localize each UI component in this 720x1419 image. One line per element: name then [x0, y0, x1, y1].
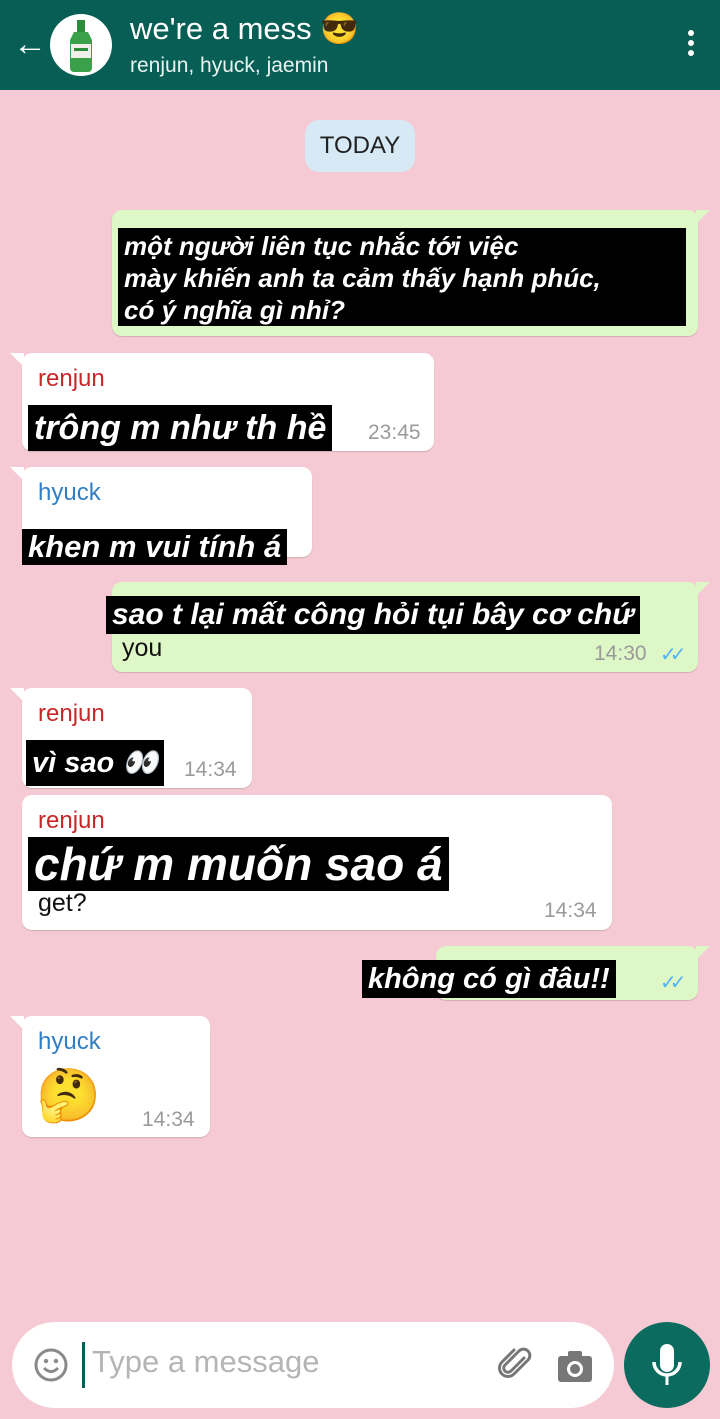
read-ticks-icon: ✓✓	[660, 644, 686, 666]
message-bubble-incoming[interactable]: renjun chứ m muốn sao á get? 14:34	[22, 795, 612, 930]
camera-icon[interactable]	[556, 1348, 594, 1384]
paperclip-icon[interactable]	[496, 1344, 536, 1384]
message-text-extra: you	[122, 634, 163, 662]
mic-icon	[652, 1344, 682, 1385]
thinking-face-emoji: 🤔	[36, 1067, 101, 1125]
message-bubble-outgoing[interactable]: sao t lại mất công hỏi tụi bây cơ chứ yo…	[106, 582, 710, 672]
sender-name: hyuck	[38, 479, 101, 506]
text-cursor	[82, 1342, 85, 1388]
message-text: trông m như th hề	[28, 405, 333, 451]
message-text: vì sao 👀	[26, 740, 165, 786]
sender-name: renjun	[38, 365, 105, 392]
message-time: 14:30	[594, 642, 647, 665]
back-arrow-icon[interactable]: ←	[10, 22, 50, 66]
sender-name: renjun	[38, 807, 105, 834]
message-time: 14:34	[142, 1108, 195, 1131]
message-bubble-incoming[interactable]: renjun trông m như th hề 23:45	[10, 353, 434, 451]
message-input-bar[interactable]: Type a message	[12, 1322, 614, 1408]
message-time: 23:45	[368, 421, 421, 444]
message-text: khen m vui tính á	[22, 529, 288, 565]
message-time: 14:34	[544, 899, 597, 922]
chat-header: ← we're a mess 😎 renjun, hyuck, jaemin	[0, 0, 720, 90]
more-vertical-icon[interactable]	[684, 26, 698, 66]
message-text: sao t lại mất công hỏi tụi bây cơ chứ	[106, 596, 640, 634]
message-text: chứ m muốn sao á	[28, 837, 449, 891]
read-ticks-icon: ✓✓	[660, 972, 686, 994]
mic-button[interactable]	[624, 1322, 710, 1408]
message-input[interactable]: Type a message	[92, 1344, 319, 1380]
sender-name: hyuck	[38, 1028, 101, 1055]
sender-name: renjun	[38, 700, 105, 727]
message-bubble-incoming[interactable]: hyuck khen m vui tính á	[10, 467, 312, 565]
message-bubble-incoming[interactable]: hyuck 🤔 14:34	[10, 1016, 210, 1137]
message-text: một người liên tục nhắc tới việc mày khi…	[118, 228, 686, 326]
message-bubble-outgoing[interactable]: không có gì đâu!! ✓✓	[362, 946, 710, 1000]
date-chip: TODAY	[305, 120, 415, 172]
group-avatar[interactable]	[50, 14, 112, 76]
emoji-icon[interactable]	[34, 1348, 68, 1382]
bottle-icon	[70, 20, 92, 72]
chat-participants[interactable]: renjun, hyuck, jaemin	[130, 54, 328, 78]
message-text-extra: get?	[38, 889, 87, 917]
message-bubble-outgoing[interactable]: một người liên tục nhắc tới việc mày khi…	[112, 210, 710, 336]
message-text: không có gì đâu!!	[362, 960, 616, 998]
chat-title[interactable]: we're a mess 😎	[130, 10, 359, 47]
message-time: 14:34	[184, 758, 237, 781]
message-bubble-incoming[interactable]: renjun vì sao 👀 14:34	[10, 688, 252, 788]
